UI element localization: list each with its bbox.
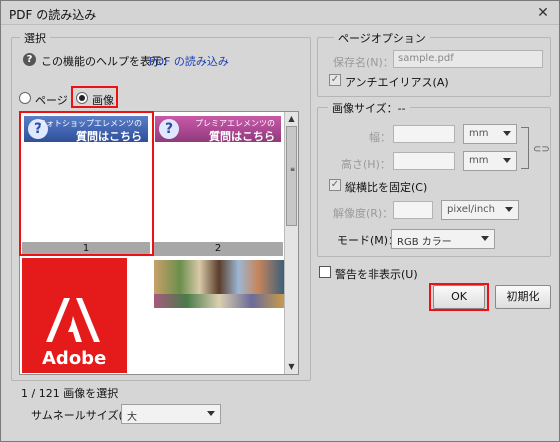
width-field[interactable]: [393, 125, 455, 143]
chevron-down-icon: [503, 131, 511, 136]
scroll-up-icon[interactable]: ▲: [285, 112, 298, 126]
chevron-down-icon: [207, 411, 215, 416]
antialias-checkbox[interactable]: ✓: [329, 74, 341, 86]
resolution-label: 解像度(R)：: [333, 207, 394, 220]
height-unit-value: mm: [469, 155, 489, 166]
width-label: 幅：: [369, 131, 391, 144]
save-name-field[interactable]: sample.pdf: [393, 50, 543, 68]
page-options-title: ページオプション: [334, 30, 430, 46]
thumbnail-size-select[interactable]: 大: [121, 404, 221, 424]
select-group-title: 選択: [20, 30, 50, 46]
thumbnail-2-banner-big: 質問はこちら: [209, 130, 275, 143]
radio-page[interactable]: [19, 92, 31, 104]
thumbnail-4-photos-row2: [154, 294, 284, 308]
help-link[interactable]: PDF の読み込み: [149, 53, 229, 69]
image-size-title: 画像サイズ：--: [328, 100, 410, 116]
thumbnail-2-label: 2: [153, 242, 283, 256]
thumbnail-1-highlight: [19, 111, 154, 256]
radio-page-label: ページ: [35, 94, 68, 107]
reset-button[interactable]: 初期化: [495, 285, 551, 309]
save-name-label: 保存名(N)：: [333, 56, 394, 69]
constrain-checkbox[interactable]: ✓: [329, 179, 341, 191]
mode-value: RGB カラー: [397, 237, 452, 248]
grip-icon: ≡: [289, 166, 296, 173]
scroll-thumb[interactable]: ≡: [286, 126, 297, 226]
help-icon: ?: [23, 53, 36, 66]
mode-label: モード(M)：: [337, 234, 400, 247]
radio-image-label: 画像: [92, 94, 114, 107]
suppress-warnings-label: 警告を非表示(U): [335, 268, 418, 281]
thumbnail-2[interactable]: ? プレミアエレメンツの 質問はこちら 2: [153, 114, 283, 256]
adobe-logo-icon: [46, 298, 100, 342]
thumbnail-2-banner: ? プレミアエレメンツの 質問はこちら: [155, 116, 281, 143]
chevron-down-icon: [481, 236, 489, 241]
title-bar: PDF の読み込み ✕: [1, 1, 559, 25]
window-title: PDF の読み込み: [9, 8, 97, 22]
thumbnail-4-photos: [154, 260, 284, 294]
height-unit-select[interactable]: mm: [463, 151, 517, 171]
suppress-warnings-checkbox[interactable]: [319, 266, 331, 278]
height-label: 高さ(H)：: [341, 158, 391, 171]
thumbnail-3[interactable]: Adobe: [22, 258, 150, 374]
mode-select[interactable]: RGB カラー: [391, 229, 495, 249]
constrain-label: 縦横比を固定(C): [345, 181, 428, 194]
resolution-field[interactable]: [393, 201, 433, 219]
chevron-down-icon: [505, 207, 513, 212]
resolution-unit-value: pixel/inch: [447, 204, 495, 215]
width-unit-select[interactable]: mm: [463, 124, 517, 144]
width-unit-value: mm: [469, 128, 489, 139]
scroll-down-icon[interactable]: ▼: [285, 360, 298, 374]
height-field[interactable]: [393, 152, 455, 170]
save-name-value: sample.pdf: [398, 53, 454, 64]
radio-image[interactable]: [76, 92, 88, 104]
antialias-label: アンチエイリアス(A): [345, 76, 449, 89]
question-icon: ?: [159, 119, 179, 139]
resolution-unit-select[interactable]: pixel/inch: [441, 200, 519, 220]
adobe-text: Adobe: [42, 348, 107, 369]
chevron-down-icon: [503, 158, 511, 163]
link-chain-icon: ⊂⊃: [533, 144, 550, 155]
pdf-import-dialog: PDF の読み込み ✕ 選択 ? この機能のヘルプを表示： PDF の読み込み …: [0, 0, 560, 442]
thumbnail-scrollbar[interactable]: ▲ ≡ ▼: [284, 112, 298, 374]
ok-button[interactable]: OK: [433, 285, 485, 309]
thumbnail-size-value: 大: [127, 412, 137, 423]
constrain-bracket: [521, 127, 529, 169]
selection-status: 1 / 121 画像を選択: [21, 387, 119, 400]
adobe-logo-block: Adobe: [22, 258, 127, 373]
close-icon[interactable]: ✕: [535, 5, 551, 21]
